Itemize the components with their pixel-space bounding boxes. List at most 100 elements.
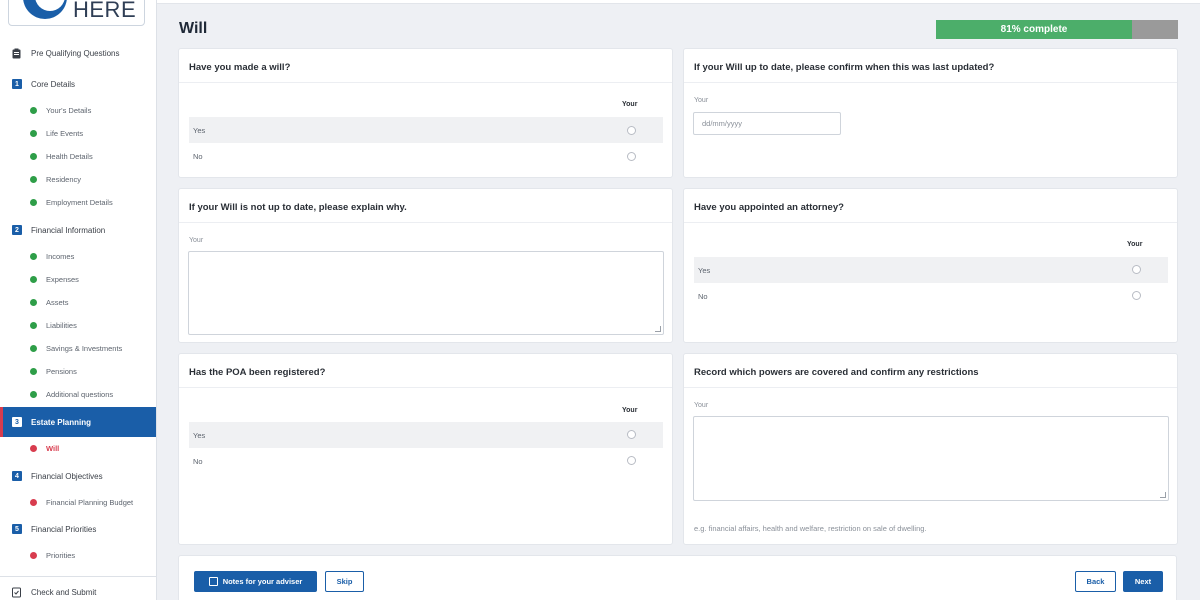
skip-button[interactable]: Skip (325, 571, 364, 592)
sidebar-item-financial-information[interactable]: 2 Financial Information (0, 219, 156, 241)
explain-textarea[interactable] (188, 251, 664, 335)
sidebar-item-label: Check and Submit (31, 587, 97, 597)
sidebar-item-core-details[interactable]: 1 Core Details (0, 73, 156, 95)
sidebar-item-expenses[interactable]: Expenses (0, 268, 156, 290)
option-row-no[interactable]: No (694, 283, 1168, 309)
sidebar-item-health-details[interactable]: Health Details (0, 145, 156, 167)
note-icon (208, 577, 218, 586)
option-row-yes[interactable]: Yes (189, 422, 663, 448)
notes-for-adviser-button[interactable]: Notes for your adviser (194, 571, 317, 592)
powers-hint: e.g. financial affairs, health and welfa… (694, 524, 927, 533)
option-row-no[interactable]: No (189, 143, 663, 169)
sidebar-item-employment-details[interactable]: Employment Details (0, 191, 156, 213)
card-divider (684, 222, 1177, 223)
button-label: Next (1134, 577, 1152, 586)
incomplete-status-icon (30, 498, 37, 506)
next-button[interactable]: Next (1123, 571, 1163, 592)
radio-yes[interactable] (1132, 265, 1141, 274)
card-divider (684, 82, 1177, 83)
field-label: Your (694, 97, 709, 104)
option-row-yes[interactable]: Yes (694, 257, 1168, 283)
radio-no[interactable] (627, 152, 636, 161)
check-square-icon (12, 587, 21, 597)
card-not-up-to-date: If your Will is not up to date, please e… (178, 188, 673, 343)
complete-status-icon (30, 321, 37, 329)
powers-textarea[interactable] (693, 416, 1169, 501)
complete-status-icon (30, 367, 37, 375)
sidebar-item-financial-priorities[interactable]: 5 Financial Priorities (0, 518, 156, 540)
button-label: Skip (336, 577, 353, 586)
option-label: No (698, 291, 708, 301)
card-powers: Record which powers are covered and conf… (683, 353, 1178, 545)
brand-logo[interactable]: HERE (8, 0, 145, 26)
step-badge: 4 (12, 471, 22, 481)
sidebar-item-assets[interactable]: Assets (0, 291, 156, 313)
sidebar-item-label: Financial Information (31, 225, 106, 235)
sidebar-item-estate-planning[interactable]: 3 Estate Planning (0, 407, 156, 437)
sidebar-item-label: Residency (46, 174, 82, 184)
sidebar-item-will[interactable]: Will (0, 437, 156, 459)
sidebar-item-label: Financial Planning Budget (46, 497, 134, 507)
logo-text: HERE (73, 0, 137, 22)
complete-status-icon (30, 198, 37, 206)
radio-no[interactable] (1132, 291, 1141, 300)
back-button[interactable]: Back (1075, 571, 1116, 592)
option-row-yes[interactable]: Yes (189, 117, 663, 143)
sidebar-divider (0, 576, 156, 577)
card-made-will: Have you made a will? Your Yes No (178, 48, 673, 178)
card-title: If your Will is not up to date, please e… (189, 202, 407, 213)
sidebar-item-yours-details[interactable]: Your's Details (0, 99, 156, 121)
card-title: Have you appointed an attorney? (694, 202, 844, 213)
step-badge: 5 (12, 524, 22, 534)
sidebar-item-check-and-submit[interactable]: Check and Submit (0, 581, 156, 600)
sidebar-item-label: Health Details (46, 151, 93, 161)
progress-bar: 81% complete (936, 20, 1178, 39)
column-header: Your (622, 101, 638, 108)
incomplete-status-icon (30, 551, 37, 559)
card-title: Has the POA been registered? (189, 367, 326, 378)
button-label: Notes for your adviser (222, 577, 303, 586)
resize-grip-icon[interactable] (1160, 492, 1166, 498)
sidebar-item-liabilities[interactable]: Liabilities (0, 314, 156, 336)
field-label: Your (694, 402, 709, 409)
sidebar-item-label: Employment Details (46, 197, 113, 207)
complete-status-icon (30, 175, 37, 183)
complete-status-icon (30, 106, 37, 114)
complete-status-icon (30, 152, 37, 160)
field-label: Your (189, 237, 204, 244)
sidebar-item-financial-objectives[interactable]: 4 Financial Objectives (0, 465, 156, 487)
option-label: Yes (193, 125, 206, 135)
option-label: Yes (698, 265, 711, 275)
sidebar-item-financial-planning-budget[interactable]: Financial Planning Budget (0, 491, 156, 513)
sidebar-item-pensions[interactable]: Pensions (0, 360, 156, 382)
option-label: No (193, 456, 203, 466)
complete-status-icon (30, 390, 37, 398)
radio-no[interactable] (627, 456, 636, 465)
logo-mark-icon (23, 0, 67, 19)
radio-yes[interactable] (627, 430, 636, 439)
sidebar-item-residency[interactable]: Residency (0, 168, 156, 190)
step-badge: 2 (12, 225, 22, 235)
page-title: Will (179, 20, 208, 37)
sidebar-item-label: Your's Details (46, 105, 92, 115)
card-will-updated: If your Will up to date, please confirm … (683, 48, 1178, 178)
card-title: If your Will up to date, please confirm … (694, 62, 995, 73)
sidebar-item-life-events[interactable]: Life Events (0, 122, 156, 144)
incomplete-status-icon (30, 444, 37, 452)
complete-status-icon (30, 298, 37, 306)
radio-yes[interactable] (627, 126, 636, 135)
sidebar-item-label: Priorities (46, 550, 76, 560)
sidebar-item-savings-investments[interactable]: Savings & Investments (0, 337, 156, 359)
sidebar-item-priorities[interactable]: Priorities (0, 544, 156, 566)
sidebar-item-pre-qualifying[interactable]: Pre Qualifying Questions (0, 42, 156, 64)
option-row-no[interactable]: No (189, 448, 663, 474)
complete-status-icon (30, 252, 37, 260)
sidebar-item-additional-questions[interactable]: Additional questions (0, 383, 156, 405)
sidebar-item-label: Pre Qualifying Questions (31, 48, 120, 58)
resize-grip-icon[interactable] (655, 326, 661, 332)
option-label: Yes (193, 430, 206, 440)
step-badge: 3 (12, 417, 22, 427)
sidebar-item-incomes[interactable]: Incomes (0, 245, 156, 267)
last-updated-date-input[interactable]: dd/mm/yyyy (693, 112, 841, 135)
option-label: No (193, 151, 203, 161)
